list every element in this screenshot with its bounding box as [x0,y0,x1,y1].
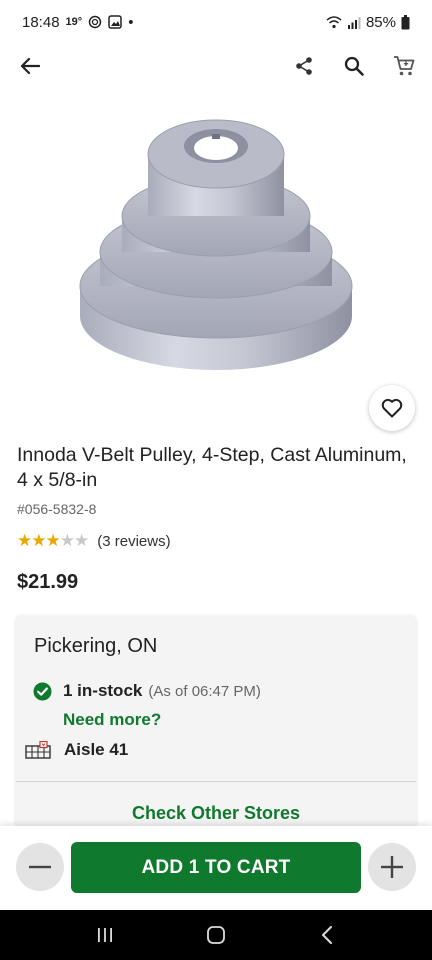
heart-icon [381,399,403,418]
status-right: 85% [326,14,410,31]
check-circle-icon [33,682,52,700]
battery-percent: 85% [365,13,396,31]
product-sku: #056-5832-8 [17,501,97,517]
check-other-stores-link[interactable]: Check Other Stores [16,803,416,824]
card-divider [16,781,416,782]
aisle-label: Aisle 41 [64,740,129,759]
aisle-location: Aisle 41 [25,740,128,760]
stock-timestamp: (As of 06:47 PM) [148,683,261,700]
plus-icon [381,856,403,878]
pulley-illustration [79,119,353,370]
star-empty-icon: ★ [74,531,89,550]
product-title: Innoda V-Belt Pulley, 4-Step, Cast Alumi… [17,444,407,491]
review-count[interactable]: (3 reviews) [97,533,170,550]
cart-icon [394,56,415,76]
star-filled-icon: ★ [45,531,61,550]
stock-status: 1 in-stock (As of 06:47 PM) [33,681,261,701]
decrease-quantity-button[interactable] [16,843,64,891]
image-icon [108,15,122,29]
search-button[interactable] [342,54,366,78]
stock-count: 1 in-stock [63,681,143,700]
need-more-link[interactable]: Need more? [63,710,161,730]
weather-icon [88,15,102,29]
cart-button[interactable] [392,54,416,78]
wifi-icon [326,15,342,29]
increase-quantity-button[interactable] [368,843,416,891]
status-bar: 18:48 19° • 85% [0,0,432,44]
system-navigation-bar [0,910,432,960]
product-image[interactable] [56,94,376,384]
star-empty-icon: ★ [59,531,75,550]
system-back-button[interactable] [312,920,342,950]
recent-apps-button[interactable] [90,920,120,950]
home-button[interactable] [201,920,231,950]
back-button[interactable] [16,52,44,80]
app-bar [0,44,432,88]
star-rating: ★★★★★ [17,531,89,551]
search-icon [344,56,364,76]
share-button[interactable] [292,54,316,78]
status-temperature: 19° [65,16,83,28]
product-price: $21.99 [17,571,79,593]
back-arrow-icon [20,57,40,75]
star-filled-icon: ★ [17,531,32,550]
product-rating[interactable]: ★★★★★ (3 reviews) [17,531,171,551]
status-dot: • [128,13,134,31]
add-to-cart-button[interactable]: ADD 1 TO CART [71,842,361,893]
aisle-shelf-icon [25,741,51,759]
share-icon [296,57,312,75]
store-name: Pickering, ON [34,635,158,657]
battery-icon [401,14,410,30]
home-icon [207,926,225,944]
favorite-button[interactable] [369,385,415,431]
store-availability-card: Pickering, ON 1 in-stock (As of 06:47 PM)… [16,615,416,845]
chevron-left-icon [321,926,332,944]
status-time: 18:48 [22,13,60,31]
minus-icon [29,865,51,869]
signal-icon [347,16,361,29]
app-bar-actions [292,54,416,78]
recent-apps-icon [98,928,113,942]
add-to-cart-bar: ADD 1 TO CART [0,826,432,910]
status-left: 18:48 19° • [22,14,133,31]
star-filled-icon: ★ [31,531,46,550]
